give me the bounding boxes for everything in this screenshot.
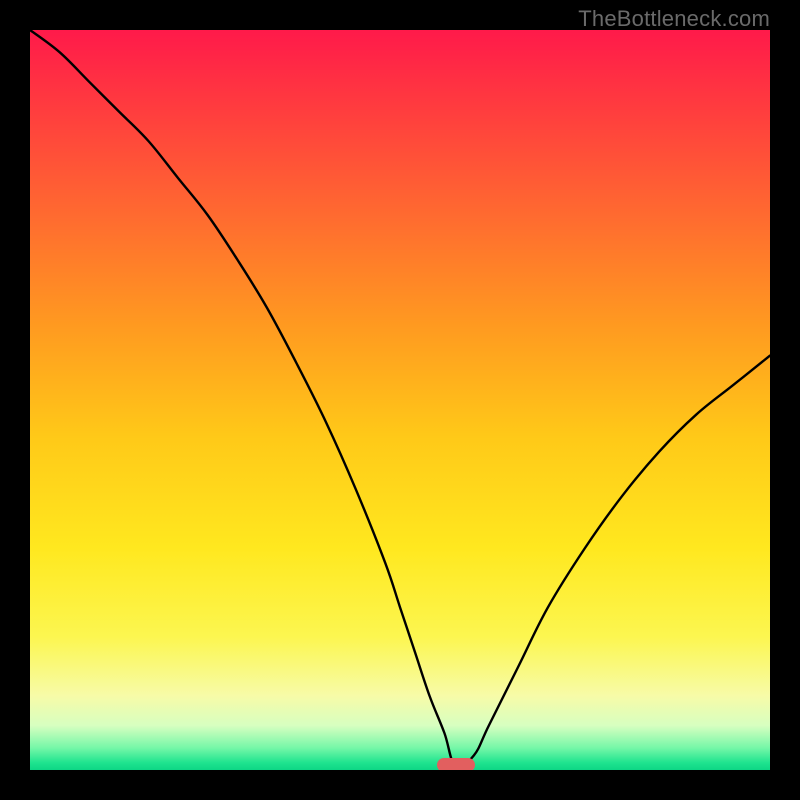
optimal-marker	[437, 758, 475, 770]
watermark-text: TheBottleneck.com	[578, 6, 770, 32]
chart-frame: TheBottleneck.com	[0, 0, 800, 800]
bottleneck-curve	[30, 30, 770, 770]
plot-area	[30, 30, 770, 770]
